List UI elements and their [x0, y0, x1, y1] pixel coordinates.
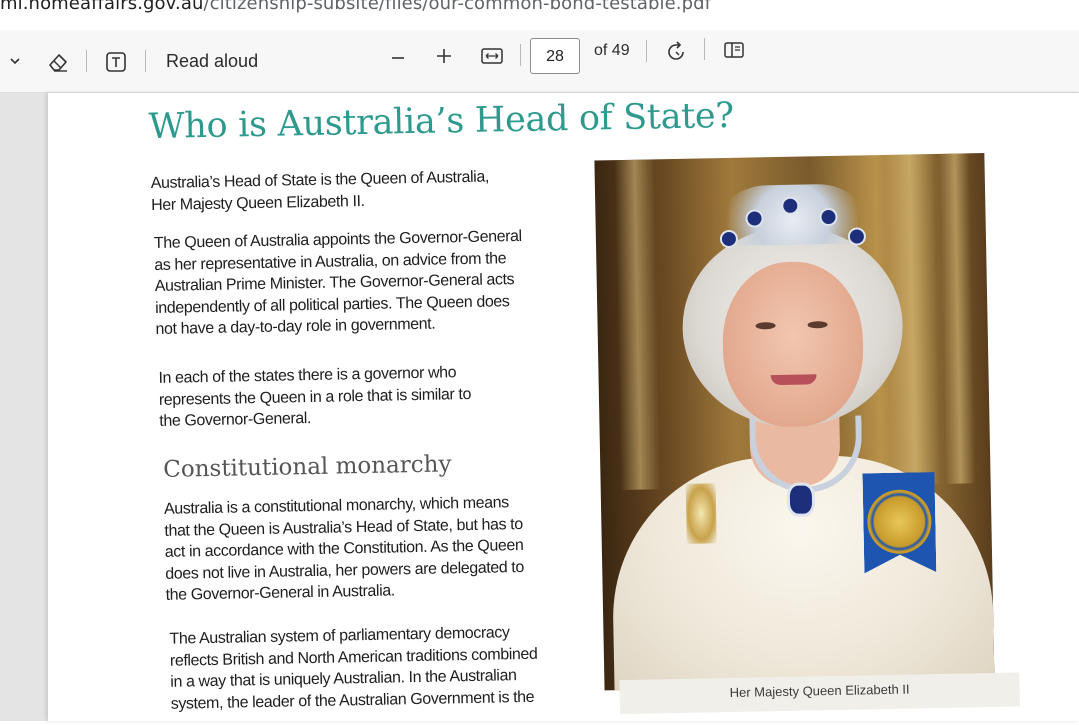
eraser-icon[interactable]: [44, 48, 72, 76]
paragraph-3: In each of the states there is a governo…: [158, 360, 569, 432]
page-content: Who is Australia’s Head of State? Austra…: [48, 73, 1079, 721]
toolbar-divider: [646, 40, 647, 62]
read-aloud-button[interactable]: Read aloud: [166, 50, 258, 72]
text-box-icon[interactable]: [102, 48, 130, 76]
pdf-page: Who is Australia’s Head of State? Austra…: [48, 93, 1079, 721]
address-bar[interactable]: mi.homeaffairs.gov.au/citizenship-subsit…: [0, 0, 1079, 31]
background-light: [939, 153, 976, 484]
toolbar-divider: [704, 38, 705, 60]
necklace-pendant: [786, 482, 816, 517]
url-path: /citizenship-subsite/files/our-common-bo…: [203, 0, 712, 14]
page-title: Who is Australia’s Head of State?: [148, 95, 735, 148]
page-view-icon[interactable]: [720, 36, 748, 64]
toolbar-divider: [145, 50, 146, 72]
toolbar-divider: [86, 50, 87, 72]
url-host: mi.homeaffairs.gov.au: [0, 0, 204, 14]
photo-caption: Her Majesty Queen Elizabeth II: [619, 672, 1020, 715]
gold-brooch: [685, 483, 717, 544]
paragraph-4: Australia is a constitutional monarchy, …: [164, 491, 576, 606]
paragraph-2: The Queen of Australia appoints the Gove…: [154, 225, 566, 340]
rotate-icon[interactable]: [662, 38, 690, 66]
read-aloud-label: Read aloud: [166, 50, 259, 71]
queen-portrait-image: [594, 153, 995, 691]
section-heading: Constitutional monarchy: [163, 451, 452, 483]
chevron-down-icon[interactable]: [4, 50, 26, 72]
url-text[interactable]: mi.homeaffairs.gov.au/citizenship-subsit…: [0, 0, 711, 14]
pdf-viewer[interactable]: Who is Australia’s Head of State? Austra…: [0, 93, 1079, 721]
page-number-input[interactable]: 28: [530, 38, 580, 74]
zoom-in-button[interactable]: [432, 44, 456, 68]
page-total-label: of 49: [594, 42, 630, 59]
smile: [770, 374, 817, 386]
toolbar-divider: [520, 44, 521, 66]
face: [721, 260, 865, 429]
paragraph-1: Australia’s Head of State is the Queen o…: [151, 165, 562, 216]
zoom-out-button[interactable]: [386, 46, 410, 70]
background-light: [614, 159, 661, 491]
minus-icon: [392, 57, 404, 59]
paragraph-5: The Australian system of parliamentary d…: [169, 621, 581, 715]
fit-width-icon[interactable]: [478, 44, 506, 68]
plus-icon: [437, 49, 451, 63]
